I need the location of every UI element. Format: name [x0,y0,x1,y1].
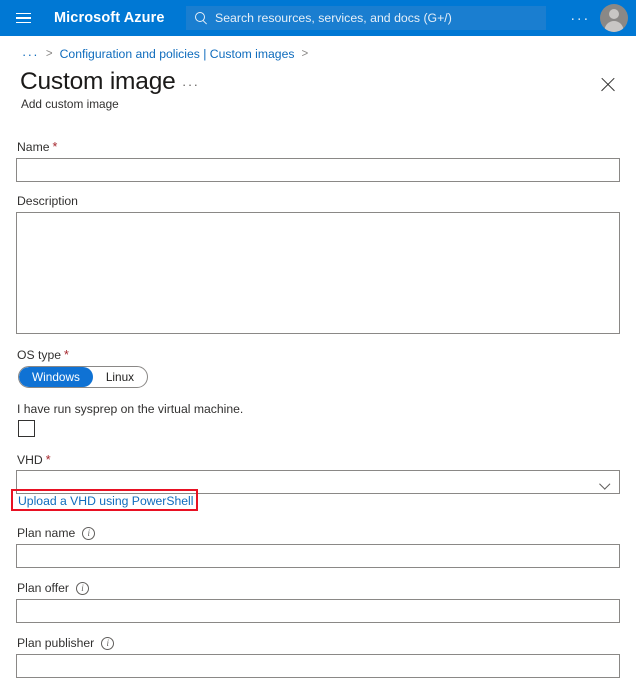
description-textarea[interactable] [16,212,620,334]
breadcrumb: ··· > Configuration and policies | Custo… [22,44,315,64]
blade-more-menu-icon[interactable]: ··· [182,77,200,92]
plan-name-label: Plan name i [17,526,95,540]
hamburger-line [16,17,31,19]
vhd-label-text: VHD [17,453,43,467]
breadcrumb-separator-icon: > [46,48,53,60]
plan-name-input[interactable] [16,544,620,568]
required-indicator: * [46,453,51,467]
hamburger-line [16,22,31,24]
sysprep-label: I have run sysprep on the virtual machin… [17,402,243,416]
plan-publisher-label: Plan publisher i [17,636,114,650]
search-icon [194,11,208,25]
hamburger-icon[interactable] [0,0,46,36]
breadcrumb-overflow-icon[interactable]: ··· [22,47,39,62]
info-icon[interactable]: i [101,637,114,650]
chevron-down-icon [601,480,610,489]
description-label: Description [17,194,78,208]
name-label-text: Name [17,140,50,154]
os-type-toggle[interactable]: Windows Linux [18,366,148,388]
plan-offer-label-text: Plan offer [17,581,69,595]
name-input[interactable] [16,158,620,182]
info-icon[interactable]: i [76,582,89,595]
vhd-dropdown[interactable] [16,470,620,494]
os-type-label: OS type * [17,348,69,362]
required-indicator: * [53,140,58,154]
info-icon[interactable]: i [82,527,95,540]
sysprep-label-text: I have run sysprep on the virtual machin… [17,402,243,416]
breadcrumb-item-custom-images[interactable]: Configuration and policies | Custom imag… [60,47,295,61]
header-more-menu-icon[interactable]: ··· [570,0,590,36]
required-indicator: * [64,348,69,362]
search-input-placeholder[interactable]: Search resources, services, and docs (G+… [215,11,452,25]
global-header: Microsoft Azure Search resources, servic… [0,0,636,36]
plan-publisher-label-text: Plan publisher [17,636,94,650]
os-type-option-windows[interactable]: Windows [19,367,93,387]
avatar-body [605,21,624,33]
os-type-option-linux[interactable]: Linux [93,367,147,387]
avatar[interactable] [600,4,628,32]
hamburger-line [16,13,31,15]
plan-offer-label: Plan offer i [17,581,89,595]
close-icon[interactable] [596,72,620,96]
plan-publisher-input[interactable] [16,654,620,678]
description-label-text: Description [17,194,78,208]
plan-name-label-text: Plan name [17,526,75,540]
page-title: Custom image [20,68,176,96]
global-search-box[interactable]: Search resources, services, and docs (G+… [186,6,546,30]
vhd-label: VHD * [17,453,51,467]
sysprep-checkbox[interactable] [18,420,35,437]
name-label: Name * [17,140,57,154]
upload-vhd-powershell-link[interactable]: Upload a VHD using PowerShell [18,494,193,508]
os-type-label-text: OS type [17,348,61,362]
page-subtitle: Add custom image [21,97,119,111]
plan-offer-input[interactable] [16,599,620,623]
breadcrumb-separator-icon: > [301,48,308,60]
azure-brand-logo[interactable]: Microsoft Azure [54,10,165,26]
avatar-head [609,9,619,19]
